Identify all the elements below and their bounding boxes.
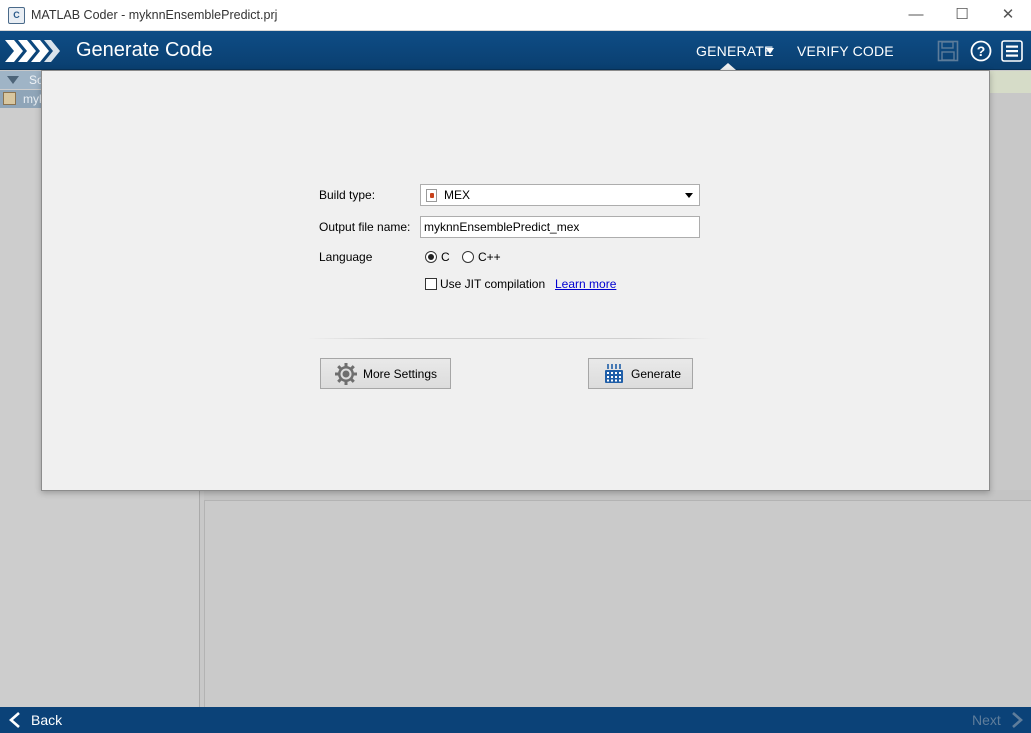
separator <box>307 338 712 339</box>
chevron-right-icon[interactable] <box>1010 711 1024 729</box>
close-button[interactable]: ✕ <box>985 0 1031 31</box>
help-icon[interactable]: ? <box>970 40 992 62</box>
output-file-input[interactable] <box>420 216 700 238</box>
svg-text:?: ? <box>977 43 986 59</box>
background-divider <box>204 490 1031 500</box>
app-header: Generate Code GENERATE VERIFY CODE ? <box>0 31 1031 70</box>
language-c-label[interactable]: C <box>441 250 450 264</box>
language-label: Language <box>319 250 373 264</box>
collapse-triangle-icon[interactable] <box>7 76 19 84</box>
window-title: MATLAB Coder - myknnEnsemblePredict.prj <box>31 8 278 22</box>
chevron-down-icon[interactable] <box>685 193 693 198</box>
build-type-select[interactable]: MEX <box>420 184 700 206</box>
learn-more-link[interactable]: Learn more <box>555 277 616 291</box>
minimize-button[interactable]: — <box>893 0 939 31</box>
jit-compilation-checkbox[interactable] <box>425 278 437 290</box>
window-title-bar: C MATLAB Coder - myknnEnsemblePredict.pr… <box>0 0 1031 31</box>
menu-icon[interactable] <box>1001 40 1023 62</box>
generate-code-dialog: Build type: MEX Output file name: Langua… <box>41 70 990 491</box>
next-button[interactable]: Next <box>972 712 1001 728</box>
workflow-chevrons-icon <box>5 40 60 62</box>
language-cpp-radio[interactable] <box>462 251 474 263</box>
chevron-left-icon[interactable] <box>8 711 22 729</box>
generate-code-icon <box>605 364 623 383</box>
back-button[interactable]: Back <box>31 712 62 728</box>
generate-button[interactable]: Generate <box>588 358 693 389</box>
more-settings-button[interactable]: More Settings <box>320 358 451 389</box>
build-type-label: Build type: <box>319 188 376 202</box>
output-file-label: Output file name: <box>319 220 411 234</box>
mex-file-icon <box>426 189 437 202</box>
save-icon[interactable] <box>937 40 959 62</box>
file-icon <box>3 92 16 105</box>
background-panel-strip <box>990 71 1031 93</box>
chevron-down-icon[interactable] <box>766 48 774 54</box>
wizard-footer: Back Next <box>0 707 1031 733</box>
matlab-coder-icon: C <box>8 7 25 24</box>
gear-icon <box>335 363 357 385</box>
language-c-radio[interactable] <box>425 251 437 263</box>
more-settings-label: More Settings <box>363 367 438 381</box>
generate-label: Generate <box>631 367 682 381</box>
build-type-value: MEX <box>444 188 471 202</box>
jit-compilation-label[interactable]: Use JIT compilation <box>440 277 545 291</box>
output-pane <box>204 500 1031 707</box>
nav-generate[interactable]: GENERATE <box>696 43 774 59</box>
page-title: Generate Code <box>76 39 213 61</box>
language-cpp-label[interactable]: C++ <box>478 250 501 264</box>
active-nav-indicator <box>720 63 736 70</box>
maximize-button[interactable]: ☐ <box>939 0 985 31</box>
nav-verify-code[interactable]: VERIFY CODE <box>797 43 894 59</box>
